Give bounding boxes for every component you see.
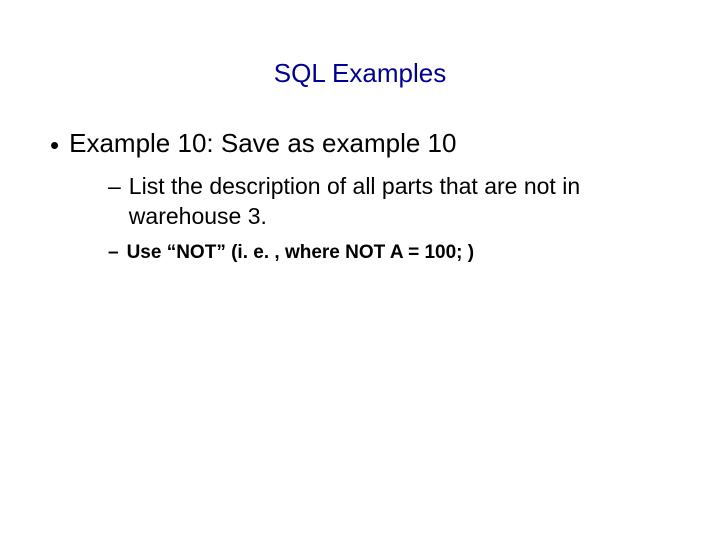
sub1-text: List the description of all parts that a… [129,171,669,231]
slide-title: SQL Examples [0,58,720,89]
bullet-level-3: – Use “NOT” (i. e. , where NOT A = 100; … [108,241,680,265]
bullet-level-3-wrap: – Use “NOT” (i. e. , where NOT A = 100; … [50,241,680,265]
bullet-level-2: – List the description of all parts that… [108,171,680,231]
sub1-marker: – [108,171,121,201]
slide: SQL Examples • Example 10: Save as examp… [0,58,720,540]
bullet-level-1: • Example 10: Save as example 10 [50,127,680,161]
bullet-marker: • [50,129,59,161]
bullet-level-2-wrap: – List the description of all parts that… [50,171,680,231]
sub2-text: Use “NOT” (i. e. , where NOT A = 100; ) [127,241,475,265]
sub2-marker: – [108,241,119,265]
bullet-text: Example 10: Save as example 10 [69,127,456,159]
slide-content: • Example 10: Save as example 10 – List … [0,127,720,265]
